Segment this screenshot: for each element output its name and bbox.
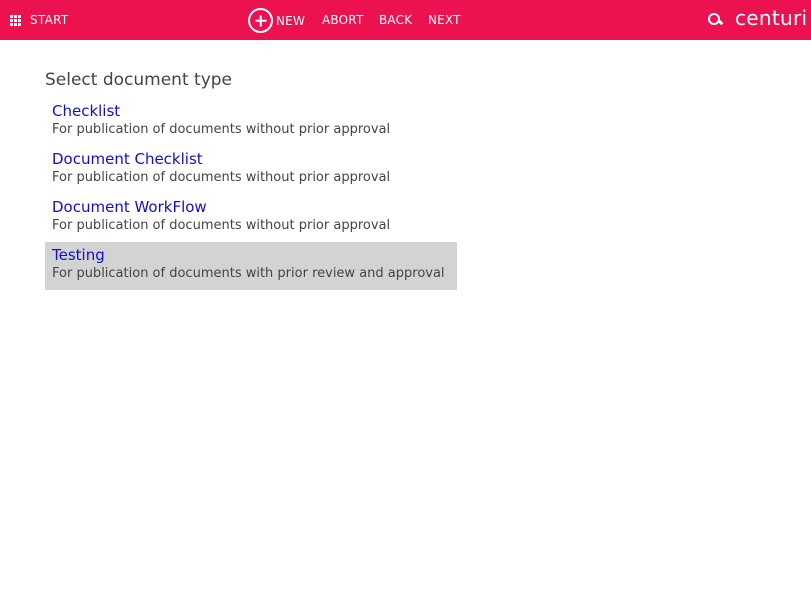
document-type-item-document-workflow[interactable]: Document WorkFlow For publication of doc… — [45, 194, 457, 242]
document-type-description: For publication of documents with prior … — [52, 266, 445, 281]
back-button[interactable]: BACK — [379, 0, 412, 40]
document-type-name[interactable]: Testing — [52, 246, 450, 265]
document-type-item-checklist[interactable]: Checklist For publication of documents w… — [45, 98, 457, 146]
document-type-item-testing[interactable]: Testing For publication of documents wit… — [45, 242, 457, 290]
apps-grid-icon — [10, 14, 21, 26]
new-button[interactable]: NEW — [248, 8, 305, 33]
brand-logo: centuri — [735, 6, 808, 30]
document-type-list: Checklist For publication of documents w… — [45, 98, 457, 290]
page-title: Select document type — [45, 70, 232, 90]
document-type-name[interactable]: Document Checklist — [52, 150, 450, 169]
document-type-name[interactable]: Document WorkFlow — [52, 198, 450, 217]
top-bar: START NEW ABORT BACK NEXT centuri — [0, 0, 811, 40]
abort-label: ABORT — [322, 13, 364, 27]
next-label: NEXT — [428, 13, 461, 27]
next-button[interactable]: NEXT — [428, 0, 461, 40]
document-type-description: For publication of documents without pri… — [52, 218, 391, 233]
document-type-name[interactable]: Checklist — [52, 102, 450, 121]
document-type-description: For publication of documents without pri… — [52, 170, 391, 185]
new-label: NEW — [276, 13, 306, 28]
document-type-description: For publication of documents without pri… — [52, 122, 391, 137]
search-icon[interactable] — [708, 13, 722, 27]
start-button[interactable]: START — [10, 0, 69, 40]
plus-circle-icon — [248, 8, 273, 33]
back-label: BACK — [379, 13, 413, 27]
abort-button[interactable]: ABORT — [322, 0, 363, 40]
document-type-item-document-checklist[interactable]: Document Checklist For publication of do… — [45, 146, 457, 194]
start-label: START — [30, 13, 69, 27]
